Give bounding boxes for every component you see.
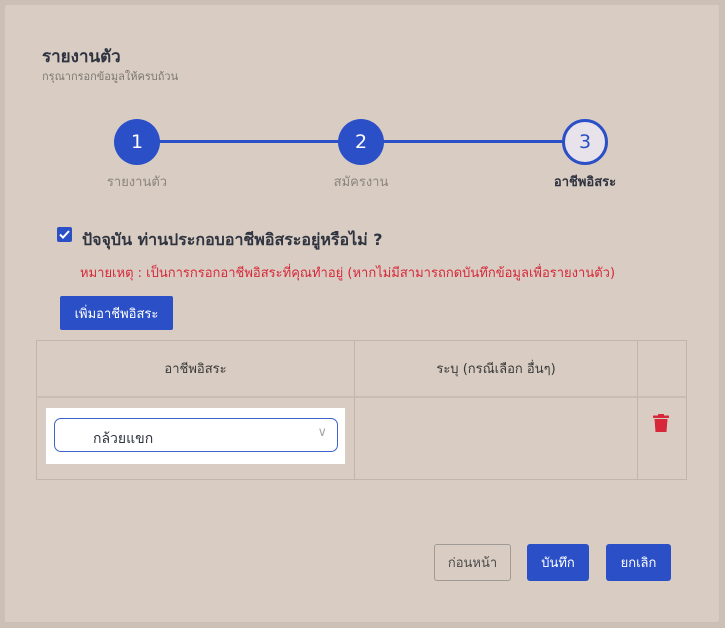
page-title: รายงานตัว	[42, 47, 121, 67]
step-3-circle[interactable]: 3	[562, 119, 608, 165]
occupation-cell: กล้วยแขก ∨	[46, 408, 345, 464]
step-2-number: 2	[354, 131, 368, 153]
column-divider-1	[354, 396, 355, 480]
freelance-question: ปัจจุบัน ท่านประกอบอาชีพอิสระอยู่หรือไม่…	[82, 230, 383, 249]
step-1-number: 1	[130, 131, 144, 153]
step-1-label: รายงานตัว	[106, 175, 168, 190]
freelance-note: หมายเหตุ : เป็นการกรอกอาชีพอิสระที่คุณทำ…	[80, 266, 616, 281]
column-header-specify: ระบุ (กรณีเลือก อื่นๆ)	[355, 341, 638, 396]
step-connector-2	[383, 140, 563, 143]
cancel-button[interactable]: ยกเลิก	[606, 544, 671, 581]
step-2-circle[interactable]: 2	[338, 119, 384, 165]
freelance-table: อาชีพอิสระ ระบุ (กรณีเลือก อื่นๆ) กล้วยแ…	[36, 340, 687, 480]
occupation-select-value: กล้วยแขก	[93, 431, 154, 447]
trash-icon[interactable]	[653, 414, 669, 432]
step-connector-1	[159, 140, 339, 143]
save-button[interactable]: บันทึก	[527, 544, 589, 581]
previous-button[interactable]: ก่อนหน้า	[434, 544, 511, 581]
column-header-actions	[638, 341, 686, 396]
header-divider	[37, 396, 686, 398]
column-divider-2	[637, 396, 638, 480]
freelance-checkbox[interactable]	[57, 227, 72, 242]
chevron-down-icon: ∨	[317, 425, 327, 440]
step-3-number: 3	[578, 131, 592, 153]
occupation-select[interactable]: กล้วยแขก ∨	[54, 418, 338, 452]
page-subtitle: กรุณากรอกข้อมูลให้ครบถ้วน	[42, 70, 179, 83]
add-freelance-button[interactable]: เพิ่มอาชีพอิสระ	[60, 296, 173, 330]
step-2-label: สมัครงาน	[333, 175, 389, 190]
step-3-label: อาชีพอิสระ	[553, 175, 617, 190]
step-1-circle[interactable]: 1	[114, 119, 160, 165]
checkmark-icon	[59, 230, 70, 239]
column-header-occupation: อาชีพอิสระ	[37, 341, 355, 396]
form-card: รายงานตัว กรุณากรอกข้อมูลให้ครบถ้วน 1 2 …	[5, 5, 719, 622]
